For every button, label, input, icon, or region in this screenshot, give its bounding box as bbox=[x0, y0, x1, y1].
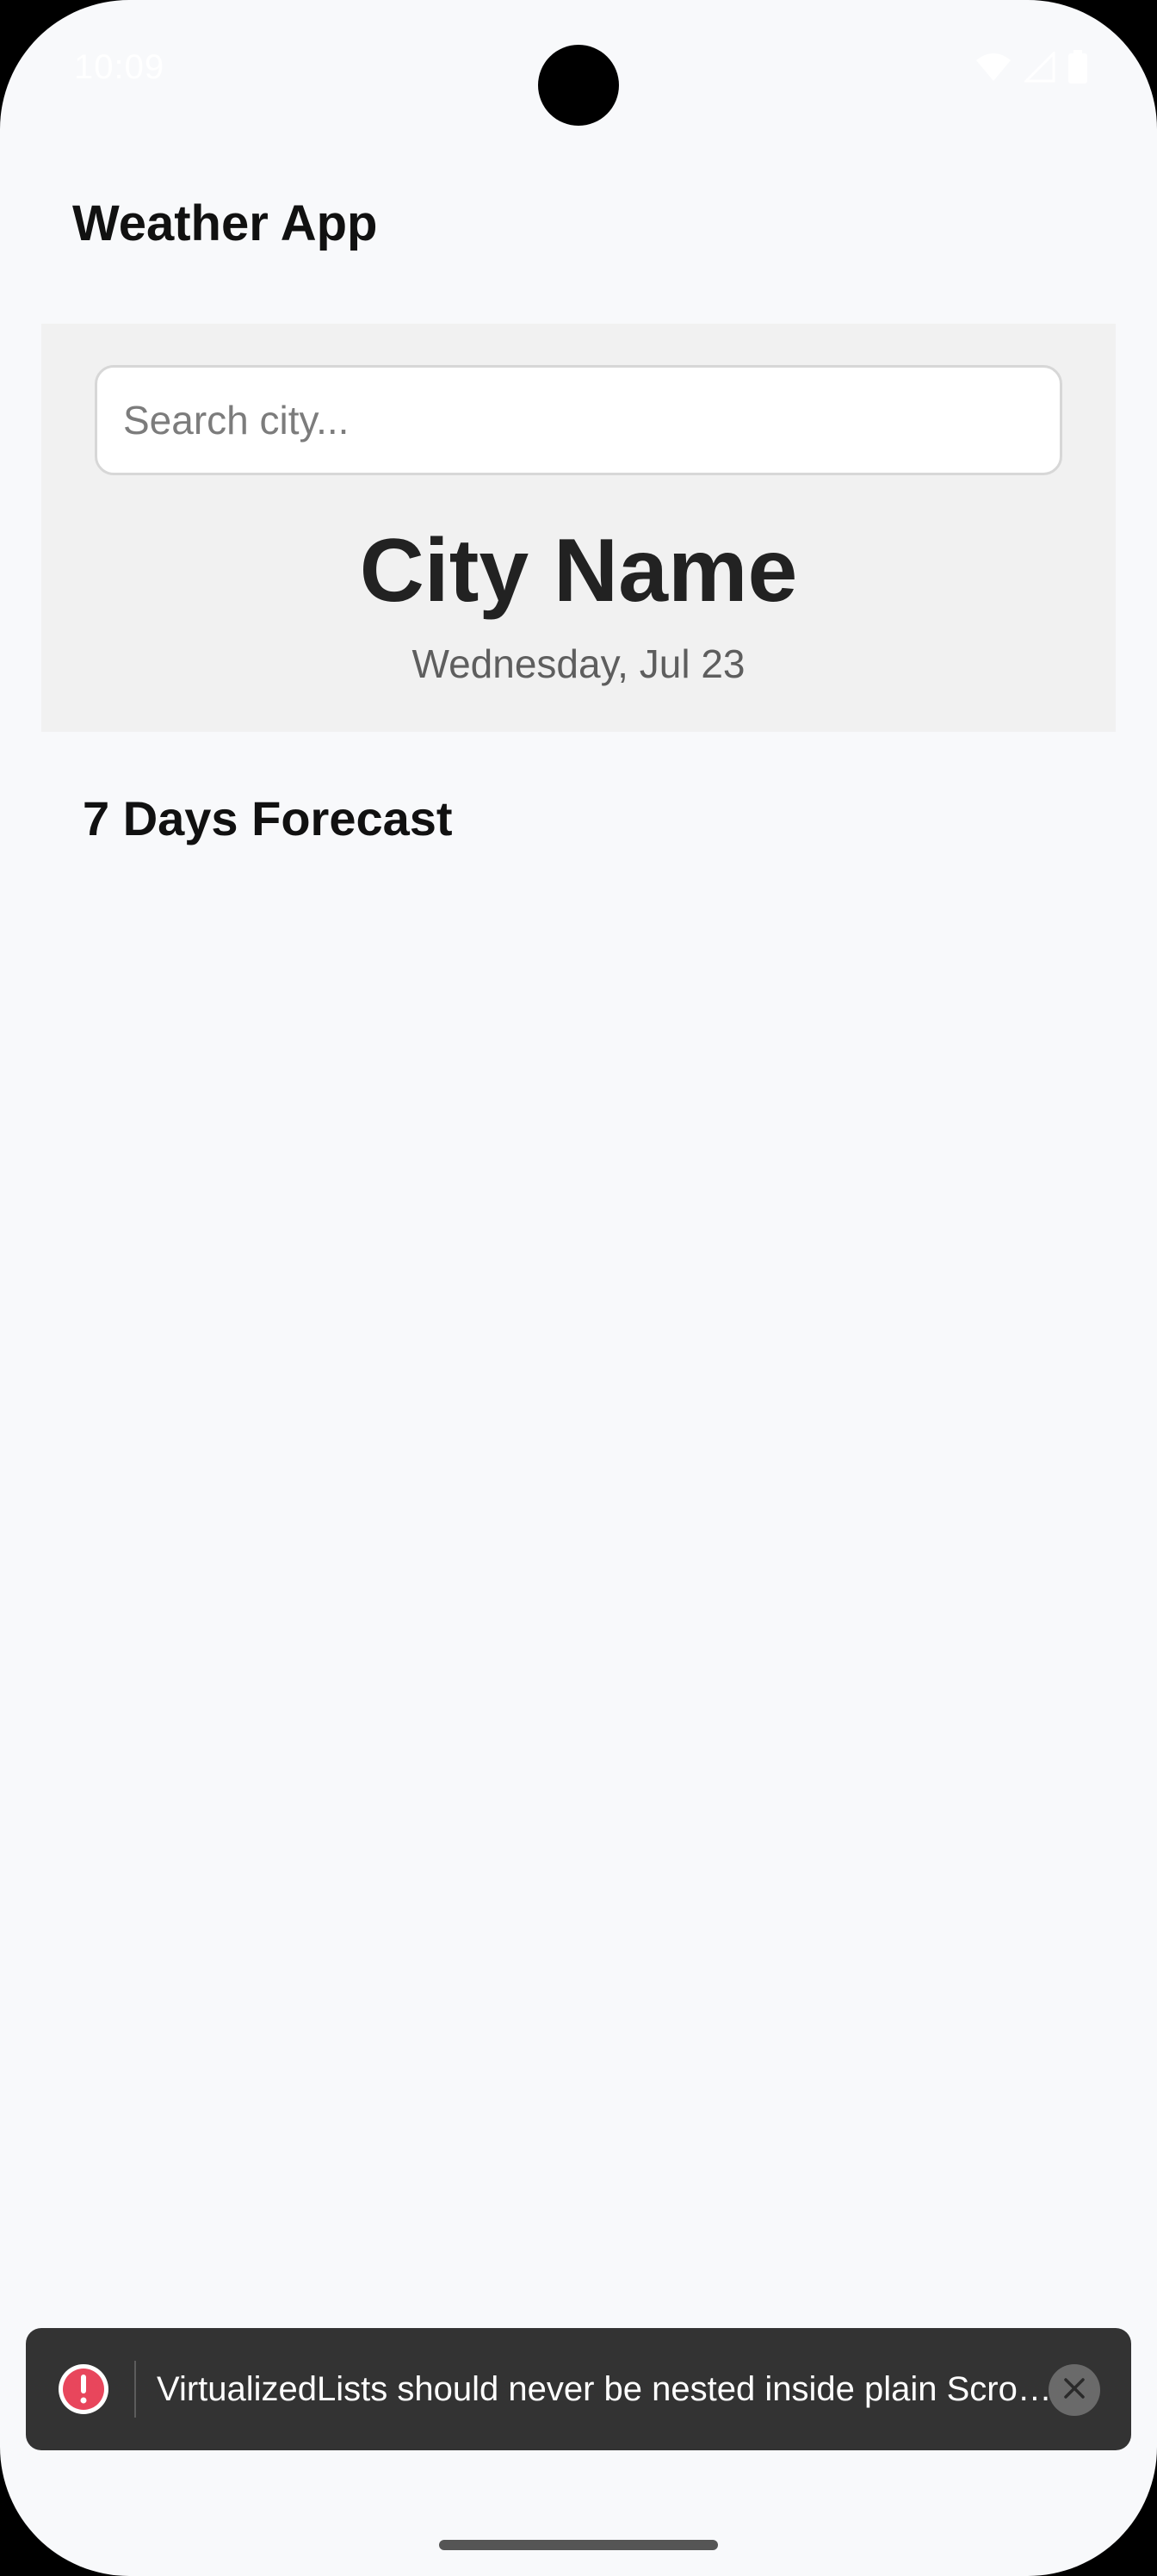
city-name: City Name bbox=[359, 521, 798, 621]
toast-message[interactable]: VirtualizedLists should never be nested … bbox=[157, 2369, 1052, 2409]
toast-close-button[interactable] bbox=[1049, 2364, 1100, 2416]
close-icon bbox=[1062, 2376, 1086, 2405]
forecast-title: 7 Days Forecast bbox=[83, 791, 453, 845]
status-time: 10:09 bbox=[74, 48, 165, 86]
error-toast[interactable]: VirtualizedLists should never be nested … bbox=[26, 2328, 1131, 2450]
status-icons bbox=[974, 50, 1088, 84]
camera-cutout bbox=[538, 45, 619, 126]
signal-icon bbox=[1024, 52, 1055, 83]
phone-screen: 10:09 Weather App City Nam bbox=[0, 0, 1157, 2576]
current-date: Wednesday, Jul 23 bbox=[411, 641, 746, 686]
toast-divider bbox=[134, 2361, 136, 2418]
wifi-icon bbox=[974, 52, 1012, 83]
status-bar: 10:09 bbox=[0, 0, 1157, 138]
home-indicator[interactable] bbox=[439, 2540, 718, 2550]
city-header-card: City Name Wednesday, Jul 23 bbox=[41, 324, 1116, 732]
error-icon bbox=[57, 2362, 110, 2416]
battery-icon bbox=[1067, 50, 1088, 84]
search-city-input[interactable] bbox=[95, 365, 1062, 475]
app-title: Weather App bbox=[72, 195, 378, 251]
